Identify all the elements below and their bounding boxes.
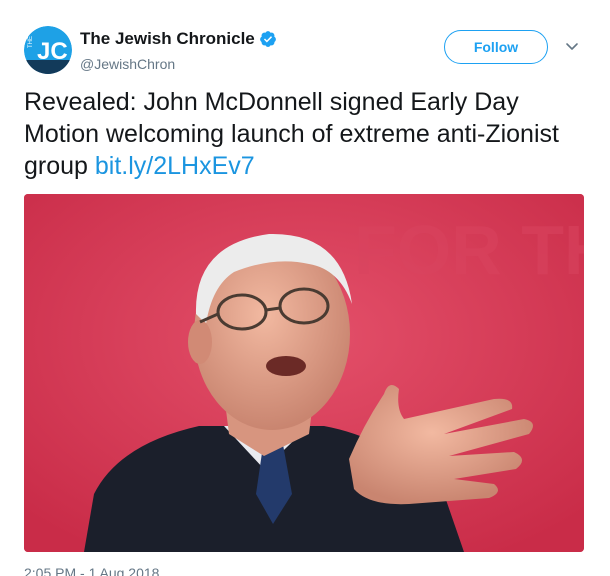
follow-button[interactable]: Follow [444, 30, 548, 64]
tweet-card: THE JC The Jewish Chronicle @JewishChron… [0, 0, 610, 576]
avatar[interactable]: THE JC [24, 26, 72, 74]
display-name[interactable]: The Jewish Chronicle [80, 27, 255, 51]
tweet-link[interactable]: bit.ly/2LHxEv7 [95, 152, 255, 180]
tweet-header: THE JC The Jewish Chronicle @JewishChron… [24, 24, 594, 76]
timestamp[interactable]: 2:05 PM - 1 Aug 2018 [24, 563, 159, 576]
avatar-small-text: THE [28, 36, 34, 48]
photo-man-speaking-icon: FOR THE MANY NOT THE FEW [24, 194, 584, 552]
tweet-media[interactable]: FOR THE MANY NOT THE FEW [24, 194, 584, 552]
avatar-text: JC [37, 38, 68, 65]
chevron-down-icon[interactable] [564, 38, 580, 54]
handle[interactable]: @JewishChron [80, 54, 277, 74]
author-block[interactable]: The Jewish Chronicle @JewishChron [80, 27, 277, 74]
jc-logo-icon: THE JC [24, 26, 72, 74]
verified-badge-icon [259, 31, 276, 47]
name-row: The Jewish Chronicle [80, 27, 277, 51]
tweet-text: Revealed: John McDonnell signed Early Da… [24, 86, 589, 182]
background-slogan: FOR THE MANY NOT THE FEW [354, 211, 584, 289]
